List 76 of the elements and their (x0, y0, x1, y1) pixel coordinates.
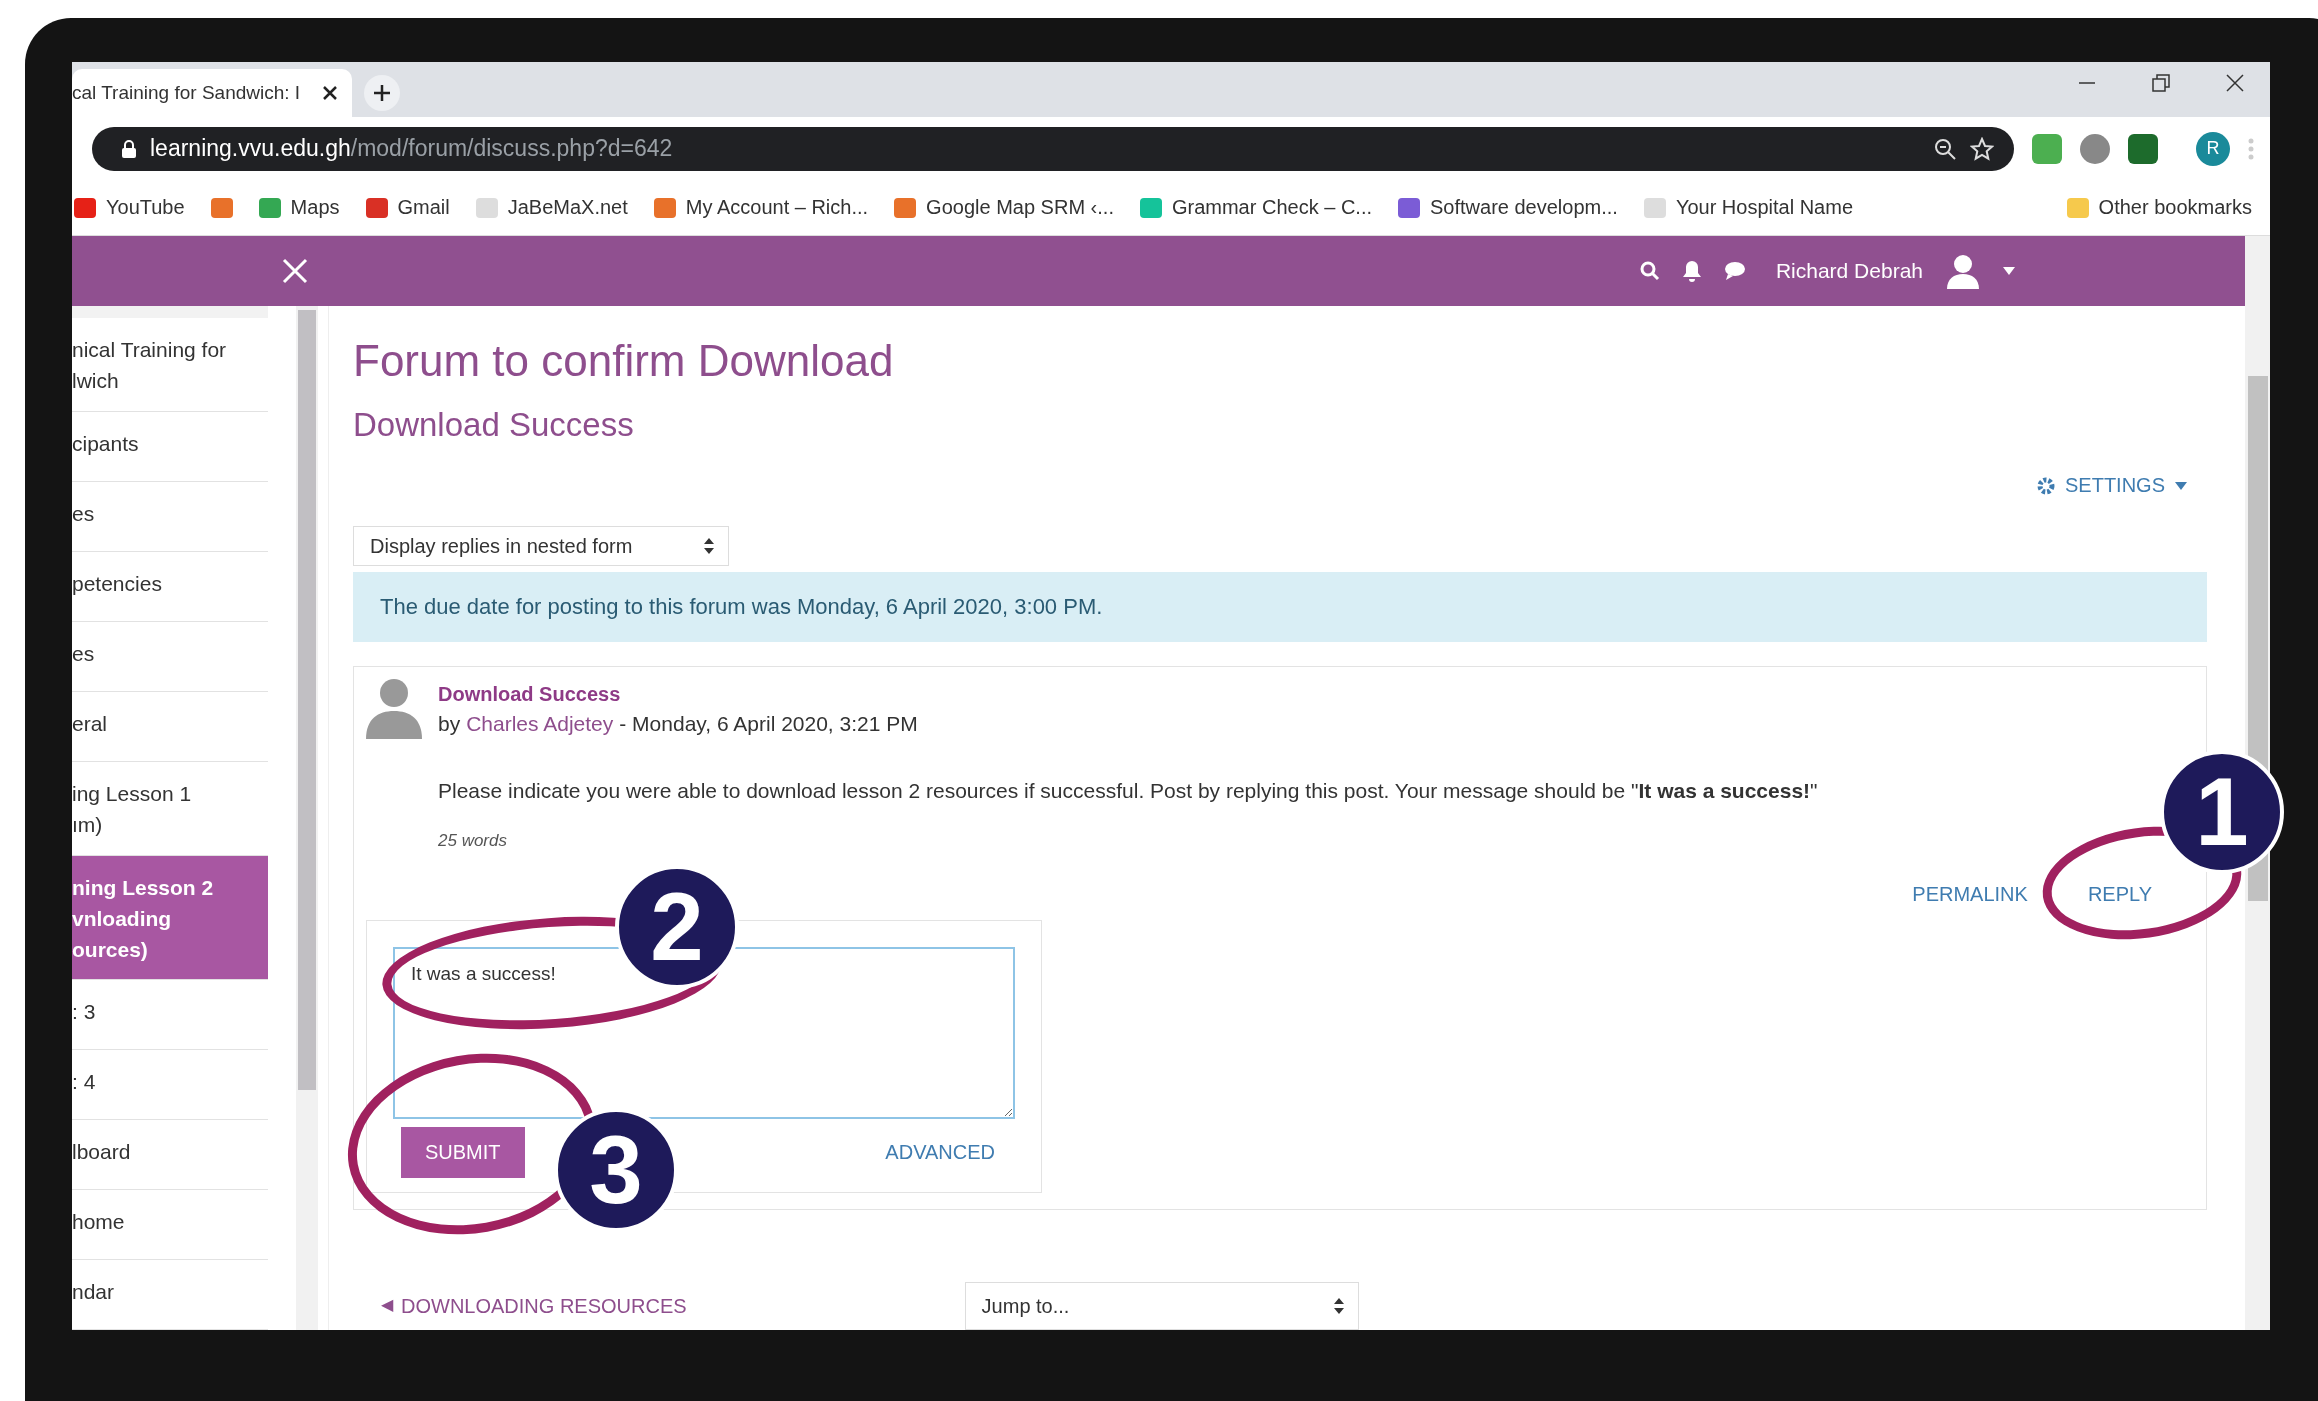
user-avatar-icon (366, 677, 422, 739)
post-action-link[interactable]: PERMALINK (1912, 883, 2028, 906)
browser-tab[interactable]: cal Training for Sandwich: I (72, 69, 352, 117)
due-date-notice: The due date for posting to this forum was Monday, 6 April 2020, 3:00 PM. (353, 572, 2207, 642)
close-icon[interactable] (322, 85, 338, 101)
search-icon[interactable] (1639, 261, 1660, 281)
post-date: - Monday, 6 April 2020, 3:21 PM (619, 712, 918, 736)
lock-icon (122, 139, 136, 158)
bookmark-icon[interactable] (1398, 197, 1420, 218)
zoom-icon[interactable] (1934, 137, 1956, 160)
bookmark-link[interactable]: YouTube (106, 196, 185, 219)
user-avatar-icon[interactable] (1945, 253, 1981, 289)
page-title: Forum to confirm Download (353, 336, 895, 386)
sidebar-item[interactable]: home (72, 1190, 268, 1260)
bookmark-icon[interactable] (894, 197, 917, 218)
jump-to-select[interactable]: Jump to... (964, 1282, 1359, 1330)
author-link[interactable]: Charles Adjetey (466, 712, 614, 736)
url-path: /mod/forum/discuss.php?d=642 (350, 135, 673, 162)
star-icon[interactable] (1970, 136, 1994, 161)
extension-icon[interactable] (2032, 133, 2062, 164)
sidebar-item[interactable]: nical Training for lwich (72, 318, 268, 412)
select-arrows-icon (1333, 1298, 1344, 1314)
bookmark-link[interactable]: Gmail (397, 196, 450, 219)
bookmark-icon[interactable] (210, 197, 233, 218)
plus-icon (372, 83, 392, 103)
post-title: Download Success (438, 683, 622, 706)
bell-icon[interactable] (1681, 260, 1702, 282)
bookmark-icon[interactable] (74, 197, 96, 218)
sidebar-item[interactable]: es (72, 622, 268, 692)
extension-icon[interactable] (2128, 133, 2158, 164)
sidebar-item[interactable]: es (72, 482, 268, 552)
post-action-link[interactable]: REPLY (2087, 883, 2152, 906)
sidebar-item[interactable]: petencies (72, 552, 268, 622)
previous-activity-link[interactable]: ◀ DOWNLOADING RESOURCES (381, 1294, 687, 1318)
bookmark-icon[interactable] (258, 197, 281, 218)
caret-icon (2175, 481, 2187, 490)
chat-bubble-icon[interactable] (1723, 261, 1746, 281)
sidebar-item[interactable]: cipants (72, 412, 268, 482)
sidebar-item[interactable]: ning Lesson 2 vnloading ources) (72, 856, 268, 980)
extension-icon[interactable] (2080, 133, 2110, 164)
post-message: Please indicate you were able to download lesson 2 resources if successful. Post by replying this post. Your message should be "It was a success!" (438, 779, 1819, 803)
display-mode-select[interactable]: Display replies in nested form (353, 526, 729, 566)
user-name[interactable]: Richard Debrah (1775, 259, 1923, 283)
url-host: learning.vvu.edu.gh (150, 135, 351, 162)
scrollbar[interactable] (296, 306, 318, 1330)
bookmark-link[interactable]: Grammar Check – C... (1171, 196, 1372, 219)
bookmark-link[interactable]: Google Map SRM ‹... (926, 196, 1114, 219)
submit-button[interactable]: SUBMIT (401, 1127, 525, 1178)
sidebar-item[interactable]: : 3 (72, 980, 268, 1050)
bookmark-link[interactable]: My Account – Rich... (685, 196, 869, 219)
restore-icon[interactable] (2152, 73, 2170, 92)
caret-icon (2003, 267, 2015, 275)
bookmark-link[interactable]: Other bookmarks (2098, 196, 2252, 219)
advanced-link[interactable]: ADVANCED (885, 1141, 995, 1164)
scrollbar[interactable] (2245, 236, 2270, 1330)
select-arrows-icon (704, 538, 714, 555)
bookmark-link[interactable]: Your Hospital Name (1675, 196, 1853, 219)
bookmark-link[interactable]: Software developm... (1430, 196, 1618, 219)
settings-menu[interactable]: SETTINGS (2037, 474, 2187, 497)
sidebar-item[interactable]: ndar (72, 1260, 268, 1330)
bookmark-icon[interactable] (653, 197, 676, 218)
byline-text: by (438, 712, 461, 736)
discussion-title: Download Success (353, 406, 635, 444)
close-icon[interactable] (2226, 73, 2244, 92)
word-count: 25 words (438, 831, 508, 851)
new-tab-button[interactable] (364, 75, 400, 111)
profile-avatar[interactable]: R (2196, 131, 2230, 166)
settings-icon (2037, 476, 2055, 495)
sidebar-item[interactable]: ing Lesson 1 ım) (72, 762, 268, 856)
bookmark-link[interactable]: Maps (290, 196, 340, 219)
sidebar-item[interactable]: lboard (72, 1120, 268, 1190)
bookmark-icon[interactable] (365, 197, 388, 218)
bookmark-link[interactable]: JaBeMaX.net (507, 196, 628, 219)
sidebar-item[interactable]: eral (72, 692, 268, 762)
sidebar-item[interactable]: : 4 (72, 1050, 268, 1120)
address-bar[interactable]: learning.vvu.edu.gh/mod/forum/discuss.php?d=642 (92, 126, 2014, 171)
